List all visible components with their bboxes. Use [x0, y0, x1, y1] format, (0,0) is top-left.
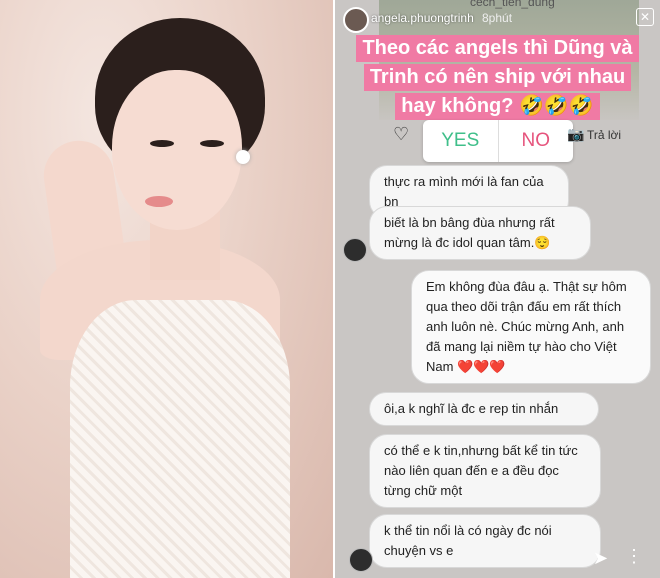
question-line: Trinh có nên ship với nhau — [363, 64, 632, 91]
story-username[interactable]: angela.phuongtrinh — [371, 11, 474, 25]
story-time: 8phút — [482, 11, 513, 25]
poll-sticker: YES NO — [423, 120, 573, 162]
message-bubble: biết là bn bâng đùa nhưng rất mừng là đc… — [369, 206, 591, 260]
avatar — [349, 548, 373, 572]
message-bubble-mine: Em không đùa đâu ạ. Thật sự hôm qua theo… — [411, 270, 651, 384]
message-bubble: ôi,a k nghĩ là đc e rep tin nhắn — [369, 392, 599, 426]
photo-face — [112, 70, 242, 230]
photo-earring — [236, 150, 250, 164]
photo-eye-left — [150, 140, 174, 147]
top-username: cech_tien_dung — [470, 0, 555, 9]
poll-yes-option[interactable]: YES — [423, 120, 499, 162]
story-footer: ➤ ⋮ — [335, 544, 660, 578]
story-screenshot: cech_tien_dung angela.phuongtrinh 8phút … — [335, 0, 660, 578]
portrait-photo — [0, 0, 333, 578]
story-header: cech_tien_dung angela.phuongtrinh 8phút … — [335, 0, 660, 34]
close-icon[interactable]: ✕ — [636, 8, 654, 26]
avatar[interactable] — [343, 7, 369, 33]
question-line: Theo các angels thì Dũng và — [356, 35, 639, 62]
reply-button[interactable]: Trả lời — [587, 128, 621, 142]
question-line: hay không? 🤣🤣🤣 — [395, 93, 600, 120]
heart-icon[interactable]: ♡ — [393, 124, 409, 145]
more-icon[interactable]: ⋮ — [625, 546, 643, 567]
photo-eye-right — [200, 140, 224, 147]
question-sticker: Theo các angels thì Dũng và Trinh có nên… — [335, 34, 660, 121]
photo-dress — [70, 300, 290, 578]
photo-lips — [145, 196, 173, 207]
camera-icon[interactable]: 📷 — [567, 126, 584, 143]
poll-bar: ♡ YES NO 📷 Trả lời — [335, 118, 660, 164]
poll-no-option[interactable]: NO — [499, 120, 574, 162]
message-bubble: có thể e k tin,nhưng bất kể tin tức nào … — [369, 434, 601, 508]
avatar — [343, 238, 367, 262]
send-icon[interactable]: ➤ — [593, 548, 608, 569]
